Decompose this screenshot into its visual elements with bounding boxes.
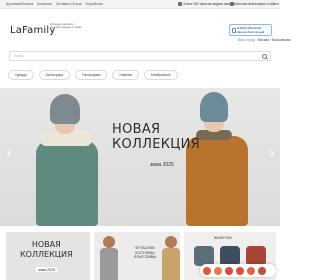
tile2-photo-right — [160, 236, 180, 280]
category-sale[interactable]: Распродажа — [75, 70, 108, 80]
hero-title: НОВАЯ КОЛЛЕКЦИЯ — [112, 122, 200, 152]
logo[interactable]: LaFamily — [10, 25, 55, 36]
messenger-icon[interactable] — [225, 266, 233, 275]
top-links: Доставка/Оплата Контакты Оставить Отзыв … — [6, 2, 106, 6]
device-link[interactable]: Устройство — [85, 2, 103, 6]
tile-new-collection[interactable]: НОВАЯ КОЛЛЕКЦИЯ зима 2025 — [6, 232, 90, 280]
contacts-link[interactable]: Контакты — [37, 2, 52, 6]
review-link[interactable]: Оставить Отзыв — [56, 2, 82, 6]
messenger-icon[interactable] — [258, 266, 266, 275]
promo-returns-text: Бесплатный возврат и обмен — [235, 1, 279, 6]
category-new[interactable]: Новинки — [112, 70, 139, 80]
tile-tshirts[interactable]: ФУТБОЛКИ КОСТЮМЫ ЛОНГСЛИВЫ — [94, 232, 180, 280]
delivery-link[interactable]: Доставка/Оплата — [6, 2, 33, 6]
header: LaFamily Интернет-магазин детской одежды… — [0, 9, 290, 47]
hero-subtitle: зима 2025 — [150, 162, 174, 168]
hero-photo-left — [30, 94, 110, 226]
slider-prev-arrow-icon[interactable] — [6, 149, 12, 159]
search-bar[interactable]: Поиск — [9, 51, 271, 61]
returns-icon — [230, 1, 234, 6]
hero-title-line2: КОЛЛЕКЦИЯ — [112, 137, 201, 152]
city-selector[interactable]: Ваш город: Москва / Московская — [238, 38, 290, 42]
vest-image — [220, 246, 240, 266]
phone-icon — [232, 28, 236, 33]
phone-text: 8 (800) 000-00-00 Звонок бесплатный — [237, 26, 265, 34]
promo-delivery-text: Более 300 пунктов выдачи заказов — [183, 1, 236, 6]
top-bar: Доставка/Оплата Контакты Оставить Отзыв … — [0, 0, 280, 9]
slider-next-arrow-icon[interactable] — [268, 149, 274, 159]
pickup-icon — [178, 1, 182, 6]
hero-photo-right — [178, 92, 258, 226]
messenger-icon[interactable] — [236, 266, 244, 275]
chat-widget[interactable] — [200, 264, 276, 277]
tile2-text: ФУТБОЛКИ КОСТЮМЫ ЛОНГСЛИВЫ — [133, 246, 157, 260]
city-prefix: Ваш город: — [238, 38, 256, 42]
promo-returns: Бесплатный возврат и обмен — [230, 1, 279, 6]
phone-box[interactable]: 8 (800) 000-00-00 Звонок бесплатный — [229, 24, 272, 36]
tile1-subtitle: зима 2025 — [36, 267, 58, 272]
hero-banner[interactable]: НОВАЯ КОЛЛЕКЦИЯ зима 2025 — [0, 88, 280, 226]
chat-icon[interactable] — [203, 266, 211, 275]
category-accessories[interactable]: Аксессуары — [38, 70, 71, 80]
promo-delivery: Более 300 пунктов выдачи заказов — [178, 1, 236, 6]
search-input[interactable]: Поиск — [14, 54, 23, 58]
tile1-title-line2: КОЛЛЕКЦИЯ — [20, 249, 73, 259]
messenger-icon[interactable] — [214, 266, 222, 275]
messenger-icon[interactable] — [247, 266, 255, 275]
vest-image — [194, 246, 214, 266]
search-icon[interactable] — [262, 54, 267, 59]
hero-title-line1: НОВАЯ — [112, 122, 161, 137]
phone-note: Звонок бесплатный — [237, 29, 265, 34]
tagline: Интернет-магазин детской одежды и обуви — [50, 22, 82, 30]
category-membrane[interactable]: Мембранный — [143, 70, 178, 80]
category-clothes[interactable]: Одежда — [8, 70, 34, 80]
category-nav: Одежда Аксессуары Распродажа Новинки Мем… — [8, 70, 272, 82]
tile1-title-line1: НОВАЯ — [31, 240, 61, 249]
city-name: Москва / Московская — [257, 38, 291, 42]
tile1-title: НОВАЯ КОЛЛЕКЦИЯ — [20, 240, 73, 259]
vest-image — [246, 246, 266, 266]
tile2-photo-left — [98, 236, 120, 280]
tile3-text: ЖИЛЕТКИ — [214, 236, 232, 240]
